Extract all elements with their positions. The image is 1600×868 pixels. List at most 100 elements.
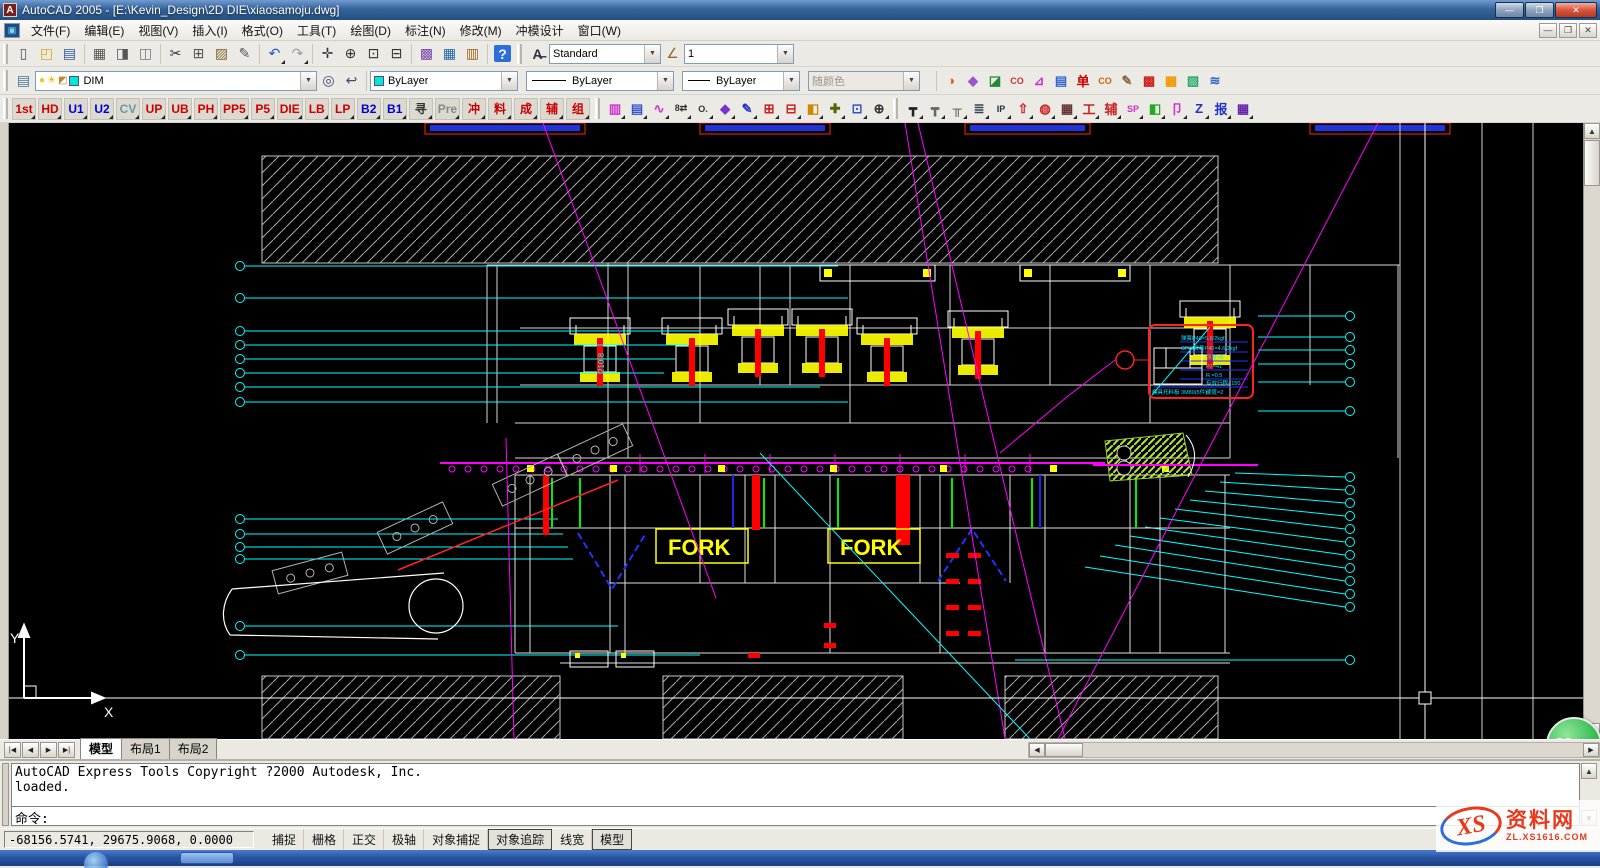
die-button-u1[interactable]: U1 <box>64 98 88 120</box>
punch-tool-13-button[interactable]: 卩 <box>1166 98 1188 120</box>
props-tool-3-button[interactable]: ◪ <box>984 70 1006 92</box>
plot-style-combo[interactable]: 随颜色 ▼ <box>808 71 920 91</box>
chevron-down-icon[interactable]: ▼ <box>903 72 919 90</box>
zoom-previous-button[interactable]: ⊟ <box>385 42 408 65</box>
tool-palettes-button[interactable]: ▥ <box>461 42 484 65</box>
menu-item-10[interactable]: 冲模设计 <box>509 20 571 41</box>
dim-tool-3-button[interactable]: ∿ <box>648 98 670 120</box>
close-button[interactable]: ✕ <box>1555 2 1597 18</box>
dim-scale-combo[interactable]: 1 ▼ <box>684 44 794 64</box>
new-button[interactable]: ▯ <box>12 42 35 65</box>
toolbar-grip[interactable] <box>595 98 600 120</box>
menu-item-6[interactable]: 工具(T) <box>290 20 343 41</box>
taskbar-app-button[interactable] <box>180 852 234 864</box>
dim-tool-5-button[interactable]: O. <box>692 98 714 120</box>
layer-on-icon[interactable]: ● <box>39 75 45 86</box>
scroll-left-icon[interactable]: ◀ <box>1029 743 1045 757</box>
linetype-combo[interactable]: ByLayer ▼ <box>526 71 674 91</box>
save-button[interactable]: ▤ <box>58 42 81 65</box>
horizontal-scroll-thumb[interactable] <box>1045 743 1083 757</box>
undo-button[interactable]: ↶ <box>263 42 286 65</box>
die-button-ub[interactable]: UB <box>168 98 192 120</box>
tab-布局2[interactable]: 布局2 <box>169 738 218 759</box>
props-tool-12-button[interactable]: ▧ <box>1182 70 1204 92</box>
die-button-pre[interactable]: Pre <box>435 98 460 120</box>
command-prompt[interactable]: 命令: <box>12 807 1579 825</box>
die-button-成[interactable]: 成 <box>514 98 538 120</box>
toolbar-grip[interactable] <box>517 44 522 64</box>
menu-item-11[interactable]: 窗口(W) <box>571 20 628 41</box>
open-button[interactable]: ◰ <box>35 42 58 65</box>
vertical-scrollbar[interactable]: ▲ ▼ <box>1583 123 1600 739</box>
dim-tool-6-button[interactable]: ◆ <box>714 98 736 120</box>
layer-previous-icon[interactable]: ↩ <box>340 69 363 92</box>
dim-tool-2-button[interactable]: ▤ <box>626 98 648 120</box>
scroll-right-icon[interactable]: ▶ <box>1583 743 1599 757</box>
die-button-1st[interactable]: 1st <box>12 98 36 120</box>
mdi-minimize-button[interactable]: — <box>1539 23 1557 38</box>
status-toggle-对象追踪[interactable]: 对象追踪 <box>488 829 552 850</box>
minimize-button[interactable]: — <box>1495 2 1524 18</box>
cad-drawing[interactable]: 210.8 <box>0 123 1583 739</box>
punch-tool-3-button[interactable]: ╥ <box>946 98 968 120</box>
cut-button[interactable]: ✂ <box>164 42 187 65</box>
match-properties-button[interactable]: ✎ <box>233 42 256 65</box>
start-button[interactable] <box>84 852 108 868</box>
layer-combo[interactable]: ● ☀ ◩ DIM ▼ <box>35 71 317 91</box>
punch-tool-9-button[interactable]: 工 <box>1078 98 1100 120</box>
toolbar-grip[interactable] <box>893 98 898 120</box>
punch-tool-10-button[interactable]: 辅 <box>1100 98 1122 120</box>
punch-tool-11-button[interactable]: SP <box>1122 98 1144 120</box>
command-window-grip[interactable] <box>2 763 9 826</box>
punch-tool-2-button[interactable]: ┳ <box>924 98 946 120</box>
die-button-料[interactable]: 料 <box>488 98 512 120</box>
layer-lock-icon[interactable]: ◩ <box>58 75 67 86</box>
lineweight-combo[interactable]: ByLayer ▼ <box>682 71 800 91</box>
punch-tool-5-button[interactable]: IP <box>990 98 1012 120</box>
mdi-close-button[interactable]: ✕ <box>1579 23 1597 38</box>
props-tool-8-button[interactable]: CO <box>1094 70 1116 92</box>
scroll-up-icon[interactable]: ▲ <box>1584 123 1600 139</box>
status-toggle-对象捕捉[interactable]: 对象捕捉 <box>424 829 488 850</box>
vertical-scroll-thumb[interactable] <box>1584 140 1600 186</box>
command-history[interactable]: AutoCAD Express Tools Copyright ?2000 Au… <box>12 764 1579 807</box>
title-bar[interactable]: A AutoCAD 2005 - [E:\Kevin_Design\2D DIE… <box>0 0 1600 20</box>
die-button-b2[interactable]: B2 <box>357 98 381 120</box>
die-button-b1[interactable]: B1 <box>383 98 407 120</box>
copy-button[interactable]: ⊞ <box>187 42 210 65</box>
layer-manager-icon[interactable]: ▤ <box>12 69 35 92</box>
chevron-down-icon[interactable]: ▼ <box>777 45 793 63</box>
die-button-组[interactable]: 组 <box>566 98 590 120</box>
plot-preview-button[interactable]: ◨ <box>111 42 134 65</box>
tab-模型[interactable]: 模型 <box>80 738 122 759</box>
chevron-down-icon[interactable]: ▼ <box>300 72 316 90</box>
chevron-down-icon[interactable]: ▼ <box>501 72 517 90</box>
properties-button[interactable]: ▩ <box>415 42 438 65</box>
status-toggle-模型[interactable]: 模型 <box>592 829 632 850</box>
status-toggle-极轴[interactable]: 极轴 <box>384 829 424 850</box>
pan-button[interactable]: ✛ <box>316 42 339 65</box>
zoom-realtime-button[interactable]: ⊕ <box>339 42 362 65</box>
mdi-restore-button[interactable]: ❐ <box>1559 23 1577 38</box>
props-tool-4-button[interactable]: CO <box>1006 70 1028 92</box>
props-tool-6-button[interactable]: ▤ <box>1050 70 1072 92</box>
horizontal-scrollbar[interactable]: ◀ ▶ <box>1028 742 1600 758</box>
help-button[interactable]: ? <box>491 42 514 65</box>
chevron-down-icon[interactable]: ▼ <box>657 72 673 90</box>
chevron-down-icon[interactable]: ▼ <box>783 72 799 90</box>
redo-button[interactable]: ↷ <box>286 42 309 65</box>
die-button-hd[interactable]: HD <box>38 98 62 120</box>
props-tool-1-button[interactable]: ◑ <box>940 70 962 92</box>
die-button-p5[interactable]: P5 <box>251 98 275 120</box>
die-button-冲[interactable]: 冲 <box>462 98 486 120</box>
punch-tool-12-button[interactable]: ◧ <box>1144 98 1166 120</box>
die-button-辅[interactable]: 辅 <box>540 98 564 120</box>
die-button-die[interactable]: DIE <box>277 98 303 120</box>
die-button-pp5[interactable]: PP5 <box>220 98 249 120</box>
dim-tool-11-button[interactable]: ✚ <box>824 98 846 120</box>
menu-item-7[interactable]: 绘图(D) <box>343 20 398 41</box>
paste-button[interactable]: ▨ <box>210 42 233 65</box>
props-tool-2-button[interactable]: ◆ <box>962 70 984 92</box>
publish-button[interactable]: ◫ <box>134 42 157 65</box>
chevron-down-icon[interactable]: ▼ <box>644 45 660 63</box>
